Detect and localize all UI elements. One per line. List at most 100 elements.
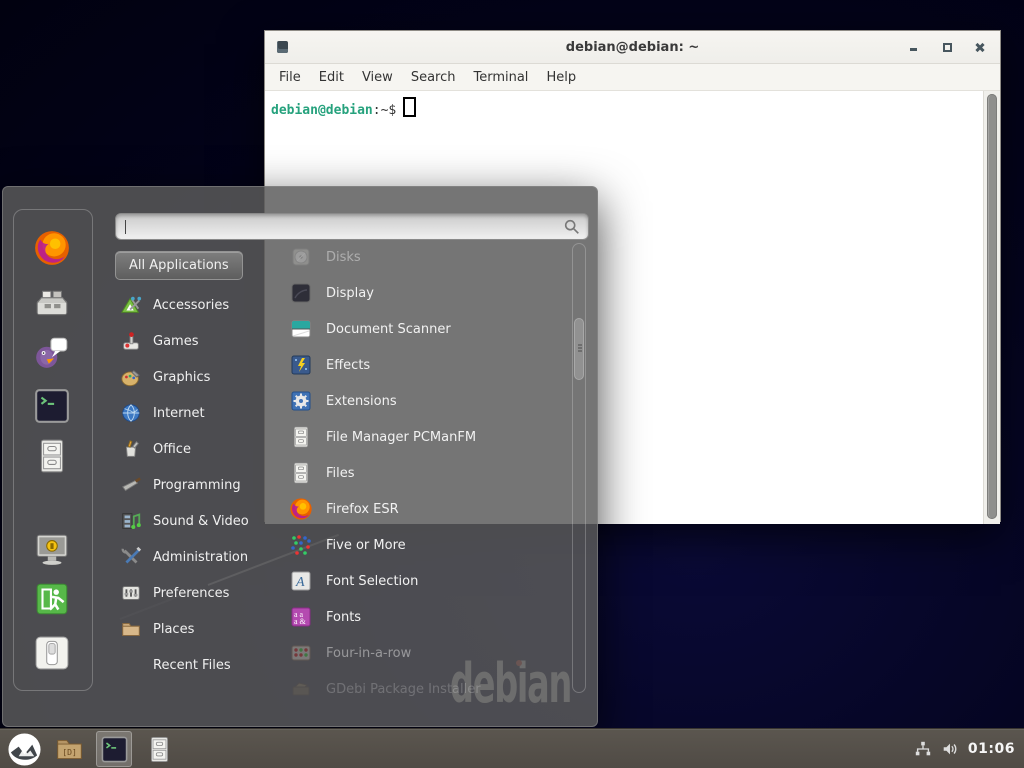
menubar-item[interactable]: Help bbox=[537, 66, 585, 89]
graphics-icon bbox=[120, 366, 142, 388]
favorite-pidgin[interactable] bbox=[33, 333, 71, 371]
scanner-icon bbox=[289, 317, 313, 341]
close-icon[interactable] bbox=[974, 41, 986, 53]
app-files[interactable]: Files bbox=[281, 455, 565, 491]
applications-scrollbar-thumb[interactable] bbox=[574, 318, 584, 380]
menubar-item[interactable]: Edit bbox=[310, 66, 353, 89]
category-places[interactable]: Places bbox=[115, 611, 275, 647]
application-list: Disks Display Document Scanner Effects E… bbox=[281, 239, 565, 707]
preferences-icon bbox=[120, 582, 142, 604]
app-document-scanner[interactable]: Document Scanner bbox=[281, 311, 565, 347]
prompt-suffix: :~$ bbox=[373, 103, 396, 118]
terminal-scrollbar-thumb[interactable] bbox=[987, 94, 997, 519]
file-cabinet-icon bbox=[145, 735, 174, 764]
favorite-terminal[interactable] bbox=[33, 387, 71, 425]
app-five-or-more[interactable]: Five or More bbox=[281, 527, 565, 563]
menubar-item[interactable]: Terminal bbox=[464, 66, 537, 89]
volume-icon[interactable] bbox=[941, 740, 959, 758]
app-extensions[interactable]: Extensions bbox=[281, 383, 565, 419]
category-administration[interactable]: Administration bbox=[115, 539, 275, 575]
office-icon bbox=[120, 438, 142, 460]
svg-text:A: A bbox=[295, 575, 305, 590]
app-display[interactable]: Display bbox=[281, 275, 565, 311]
svg-text:a &: a & bbox=[294, 617, 307, 626]
four-in-a-row-icon bbox=[289, 641, 313, 665]
lock-screen-icon bbox=[33, 530, 71, 568]
shutdown-icon bbox=[33, 634, 71, 672]
files-button[interactable] bbox=[141, 731, 177, 767]
favorite-file-manager[interactable] bbox=[33, 437, 71, 475]
app-four-in-a-row[interactable]: Four-in-a-row bbox=[281, 635, 565, 671]
font-selection-icon: A bbox=[289, 569, 313, 593]
firefox-icon bbox=[289, 497, 313, 521]
terminal-prompt-line: debian@debian:~$ bbox=[271, 97, 1000, 118]
terminal-icon bbox=[33, 387, 71, 425]
app-font-selection[interactable]: A Font Selection bbox=[281, 563, 565, 599]
category-recent-files[interactable]: Recent Files bbox=[115, 647, 275, 683]
menubar-item[interactable]: File bbox=[270, 66, 310, 89]
menubar-item[interactable]: Search bbox=[402, 66, 465, 89]
fonts-icon: a aa & bbox=[289, 605, 313, 629]
file-cabinet-icon bbox=[289, 461, 313, 485]
accessories-icon bbox=[120, 294, 142, 316]
category-internet[interactable]: Internet bbox=[115, 395, 275, 431]
favorite-shutdown[interactable] bbox=[33, 634, 71, 672]
category-programming[interactable]: Programming bbox=[115, 467, 275, 503]
five-or-more-icon bbox=[289, 533, 313, 557]
terminal-mini-icon bbox=[277, 41, 288, 53]
places-icon bbox=[120, 618, 142, 640]
applications-scrollbar[interactable] bbox=[572, 243, 586, 693]
effects-icon bbox=[289, 353, 313, 377]
app-gdebi-package-installer[interactable]: GDebi Package Installer bbox=[281, 671, 565, 707]
network-icon[interactable] bbox=[914, 740, 932, 758]
category-sound-video[interactable]: Sound & Video bbox=[115, 503, 275, 539]
text-caret bbox=[125, 220, 126, 234]
file-manager-button[interactable]: [D] bbox=[51, 731, 87, 767]
terminal-scrollbar[interactable] bbox=[983, 91, 1000, 524]
svg-text:[D]: [D] bbox=[62, 746, 77, 756]
folder-icon: [D] bbox=[55, 735, 84, 764]
minimize-icon[interactable] bbox=[908, 41, 920, 53]
extensions-icon bbox=[289, 389, 313, 413]
programming-icon bbox=[120, 474, 142, 496]
pidgin-icon bbox=[33, 333, 71, 371]
package-manager-icon bbox=[33, 285, 71, 323]
window-title: debian@debian: ~ bbox=[265, 40, 1000, 55]
file-cabinet-icon bbox=[289, 425, 313, 449]
app-fonts[interactable]: a aa & Fonts bbox=[281, 599, 565, 635]
category-games[interactable]: Games bbox=[115, 323, 275, 359]
app-menu: All Applications Accessories Games Graph… bbox=[2, 186, 598, 727]
administration-icon bbox=[120, 546, 142, 568]
category-list: All Applications Accessories Games Graph… bbox=[115, 249, 275, 683]
firefox-icon bbox=[33, 229, 71, 267]
app-file-manager-pcmanfm[interactable]: File Manager PCManFM bbox=[281, 419, 565, 455]
terminal-button[interactable] bbox=[96, 731, 132, 767]
favorite-logout[interactable] bbox=[33, 580, 71, 618]
display-icon bbox=[289, 281, 313, 305]
category-all-applications[interactable]: All Applications bbox=[115, 251, 243, 280]
menu-button[interactable] bbox=[6, 731, 42, 767]
clock[interactable]: 01:06 bbox=[968, 741, 1015, 757]
terminal-cursor bbox=[403, 97, 416, 117]
app-firefox-esr[interactable]: Firefox ESR bbox=[281, 491, 565, 527]
terminal-titlebar[interactable]: debian@debian: ~ bbox=[265, 31, 1000, 64]
category-office[interactable]: Office bbox=[115, 431, 275, 467]
favorite-lock-screen[interactable] bbox=[33, 530, 71, 568]
favorite-software-manager[interactable] bbox=[33, 285, 71, 323]
taskbar-launchers: [D] bbox=[6, 729, 177, 768]
category-graphics[interactable]: Graphics bbox=[115, 359, 275, 395]
disks-icon bbox=[289, 245, 313, 269]
category-accessories[interactable]: Accessories bbox=[115, 287, 275, 323]
menubar-item[interactable]: View bbox=[353, 66, 402, 89]
app-effects[interactable]: Effects bbox=[281, 347, 565, 383]
app-disks[interactable]: Disks bbox=[281, 239, 565, 275]
internet-icon bbox=[120, 402, 142, 424]
search-input[interactable] bbox=[115, 213, 589, 240]
sound-video-icon bbox=[120, 510, 142, 532]
maximize-icon[interactable] bbox=[941, 41, 953, 53]
terminal-icon bbox=[100, 735, 129, 764]
favorite-firefox[interactable] bbox=[33, 229, 71, 267]
search-icon bbox=[563, 218, 581, 236]
taskbar-tray: 01:06 bbox=[914, 729, 1024, 768]
category-preferences[interactable]: Preferences bbox=[115, 575, 275, 611]
